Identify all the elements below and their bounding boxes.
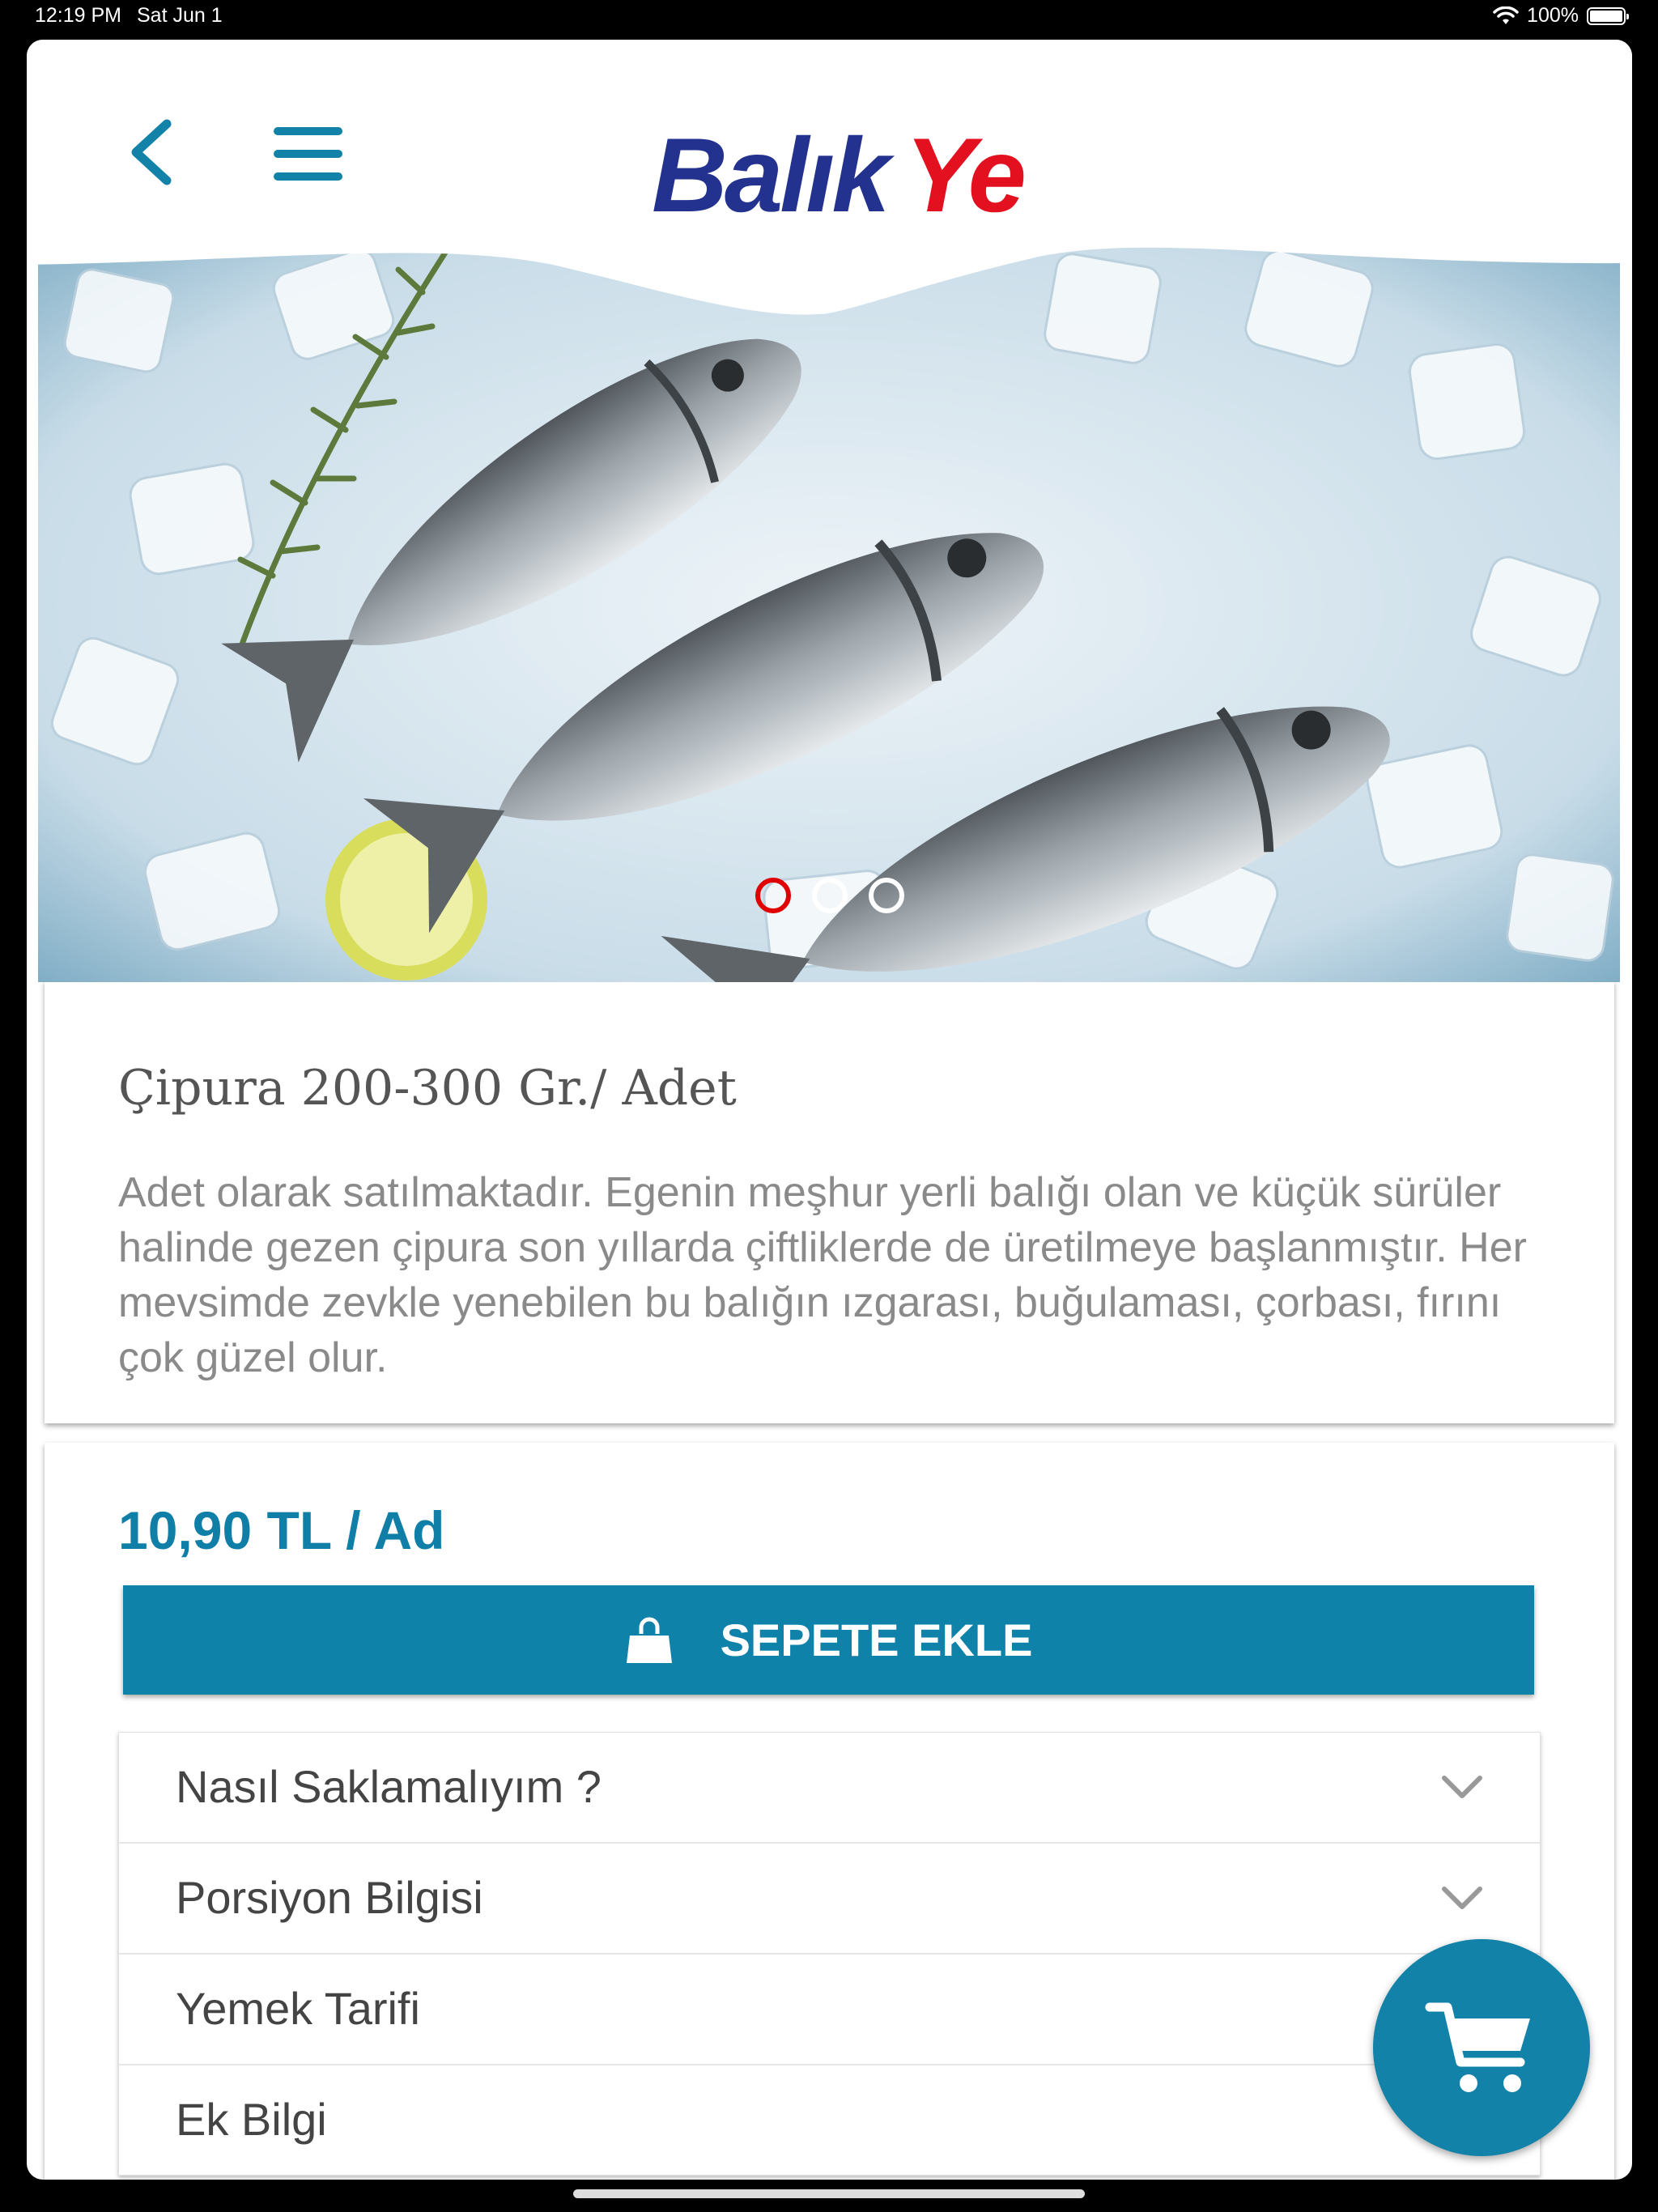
logo-balik: Balık	[652, 116, 891, 234]
carousel-indicators	[27, 878, 1632, 913]
wifi-icon	[1493, 6, 1519, 24]
accordion-label: Porsiyon Bilgisi	[176, 1872, 483, 1923]
chevron-down-icon	[1442, 1887, 1482, 1909]
home-indicator[interactable]	[573, 2189, 1085, 2198]
chevron-down-icon	[1442, 1776, 1482, 1798]
product-details-accordion: Nasıl Saklamalıyım ? Porsiyon Bilgisi Ye…	[118, 1732, 1541, 2176]
battery-icon	[1587, 6, 1629, 25]
add-to-cart-label: SEPETE EKLE	[720, 1614, 1033, 1665]
hamburger-menu-icon[interactable]	[270, 122, 346, 187]
app-header: Balık Ye	[27, 40, 1632, 234]
status-right: 100%	[1493, 4, 1629, 28]
battery-percent: 100%	[1527, 4, 1579, 27]
accordion-label: Nasıl Saklamalıyım ?	[176, 1761, 602, 1812]
product-photo	[38, 228, 1620, 982]
accordion-item-recipe[interactable]: Yemek Tarifi	[119, 1955, 1540, 2065]
accordion-item-portion[interactable]: Porsiyon Bilgisi	[119, 1844, 1540, 1955]
carousel-dot-2[interactable]	[811, 878, 848, 913]
add-to-cart-button[interactable]: SEPETE EKLE	[123, 1585, 1534, 1695]
shopping-bag-icon	[626, 1617, 672, 1663]
product-info-card: Çipura 200-300 Gr./ Adet Adet olarak sat…	[45, 981, 1614, 1423]
accordion-item-storage[interactable]: Nasıl Saklamalıyım ?	[119, 1733, 1540, 1844]
logo-ye: Ye	[904, 116, 1027, 234]
carousel-dot-3[interactable]	[868, 878, 904, 913]
product-image-carousel[interactable]	[38, 228, 1620, 982]
accordion-item-extra-info[interactable]: Ek Bilgi	[119, 2065, 1540, 2175]
product-price: 10,90 TL / Ad	[118, 1500, 445, 1560]
accordion-label: Yemek Tarifi	[176, 1983, 420, 2034]
status-time: 12:19 PM	[35, 4, 122, 27]
cart-fab-button[interactable]	[1373, 1939, 1590, 2156]
status-bar: 12:19 PM Sat Jun 1 100%	[0, 0, 1658, 36]
accordion-label: Ek Bilgi	[176, 2094, 327, 2145]
product-description: Adet olarak satılmaktadır. Egenin meşhur…	[118, 1169, 1527, 1381]
carousel-dot-1[interactable]	[755, 878, 791, 913]
header-wave	[27, 224, 1632, 315]
shopping-cart-icon	[1425, 2002, 1530, 2092]
brand-logo[interactable]: Balık Ye	[652, 114, 1027, 234]
product-sheet: Balık Ye Çipura 200-300 Gr./ Adet Adet o…	[27, 40, 1632, 2180]
status-date: Sat Jun 1	[137, 4, 223, 27]
product-title: Çipura 200-300 Gr./ Adet	[118, 1060, 737, 1117]
back-chevron-icon[interactable]	[112, 114, 189, 191]
